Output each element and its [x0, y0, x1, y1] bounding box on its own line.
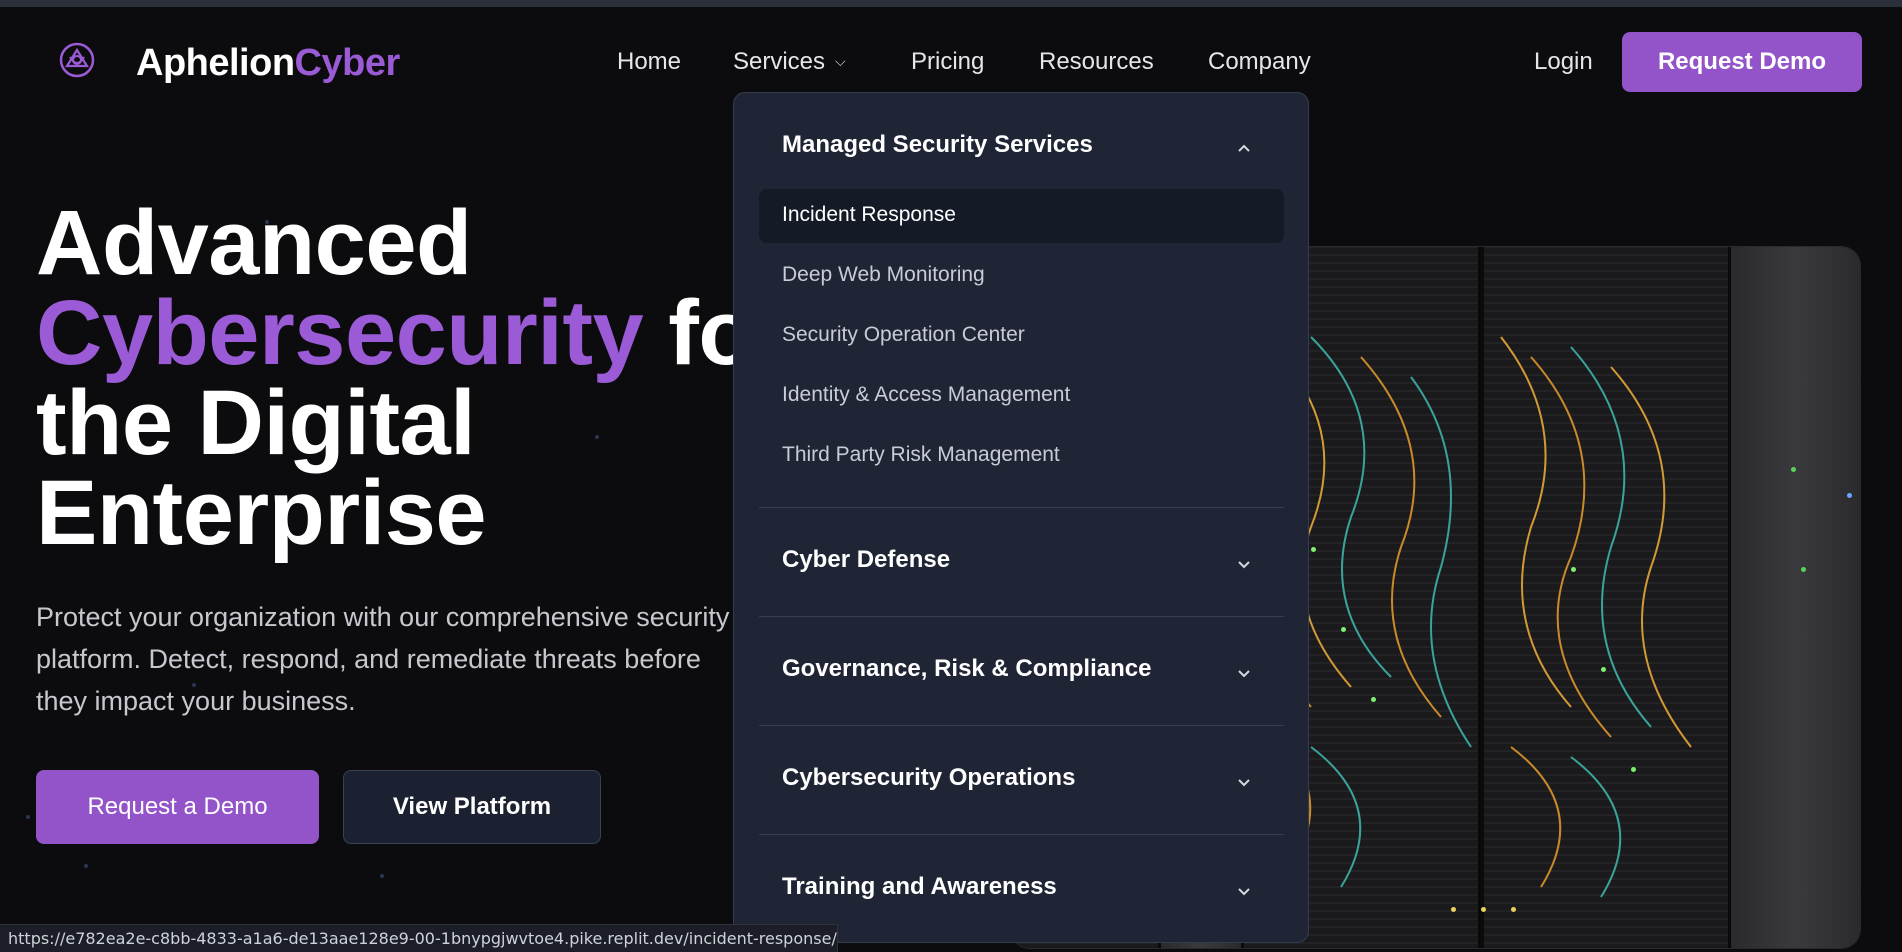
services-dropdown: Managed Security Services Incident Respo… — [733, 92, 1309, 943]
status-led — [1371, 697, 1376, 702]
hero-title-line3: the Digital — [36, 372, 476, 474]
dropdown-item-incident-response[interactable]: Incident Response — [782, 203, 956, 227]
dropdown-item-third-party-risk-management[interactable]: Third Party Risk Management — [782, 443, 1060, 467]
chevron-up-icon[interactable] — [1236, 141, 1252, 157]
status-led — [1451, 907, 1456, 912]
section-managed-security-services[interactable]: Managed Security Services — [782, 131, 1093, 159]
status-led — [1847, 493, 1852, 498]
logo[interactable]: AphelionCyber — [56, 39, 400, 84]
request-a-demo-button[interactable]: Request a Demo — [36, 770, 319, 844]
hero-title-line4: Enterprise — [36, 462, 487, 564]
status-led — [1601, 667, 1606, 672]
hero-title: Advanced Cybersecurity for the Digital E… — [36, 192, 790, 564]
section-training-and-awareness[interactable]: Training and Awareness — [782, 873, 1057, 901]
status-led — [1311, 547, 1316, 552]
login-link[interactable]: Login — [1534, 48, 1593, 76]
nav-item-services-label: Services — [733, 48, 826, 75]
logo-icon — [59, 42, 95, 78]
view-platform-button[interactable]: View Platform — [343, 770, 601, 844]
dropdown-item-identity-access-management[interactable]: Identity & Access Management — [782, 383, 1070, 407]
brand-name-part1: Aphelion — [136, 42, 295, 84]
chevron-down-icon[interactable] — [1236, 883, 1252, 899]
hero-title-accent: Cybersecurity — [36, 282, 644, 384]
divider — [759, 834, 1284, 835]
background-dot — [380, 874, 384, 878]
nav-item-company[interactable]: Company — [1208, 48, 1311, 76]
chevron-down-icon[interactable] — [1236, 774, 1252, 790]
section-cyber-defense[interactable]: Cyber Defense — [782, 546, 950, 574]
dropdown-item-security-operation-center[interactable]: Security Operation Center — [782, 323, 1025, 347]
status-led — [1801, 567, 1806, 572]
divider — [759, 725, 1284, 726]
status-led — [1511, 907, 1516, 912]
brand-name[interactable]: AphelionCyber — [136, 42, 400, 85]
section-cybersecurity-operations[interactable]: Cybersecurity Operations — [782, 764, 1075, 792]
background-dot — [26, 815, 30, 819]
brand-name-part2: Cyber — [294, 42, 401, 84]
nav-item-services[interactable]: Services ⌵ — [733, 48, 846, 76]
divider — [759, 507, 1284, 508]
browser-status-url: https://e782ea2e-c8bb-4833-a1a6-de13aae1… — [0, 924, 838, 952]
nav-item-home[interactable]: Home — [617, 48, 681, 76]
browser-top-edge — [0, 0, 1902, 7]
request-demo-button[interactable]: Request Demo — [1622, 32, 1862, 92]
nav-item-resources[interactable]: Resources — [1039, 48, 1154, 76]
divider — [759, 616, 1284, 617]
background-dot — [84, 864, 88, 868]
hero-description: Protect your organization with our compr… — [36, 602, 730, 716]
status-led — [1791, 467, 1796, 472]
chevron-down-icon[interactable] — [1236, 665, 1252, 681]
dropdown-item-deep-web-monitoring[interactable]: Deep Web Monitoring — [782, 263, 985, 287]
chevron-down-icon[interactable] — [1236, 556, 1252, 572]
hero-title-line1: Advanced — [36, 192, 472, 294]
section-governance-risk-compliance[interactable]: Governance, Risk & Compliance — [782, 655, 1151, 683]
chevron-down-icon: ⌵ — [835, 53, 846, 69]
status-led — [1481, 907, 1486, 912]
status-led — [1631, 767, 1636, 772]
status-led — [1571, 567, 1576, 572]
status-led — [1341, 627, 1346, 632]
hero-title-line2: Cybersecurity for — [36, 287, 790, 379]
nav-item-pricing[interactable]: Pricing — [911, 48, 984, 76]
